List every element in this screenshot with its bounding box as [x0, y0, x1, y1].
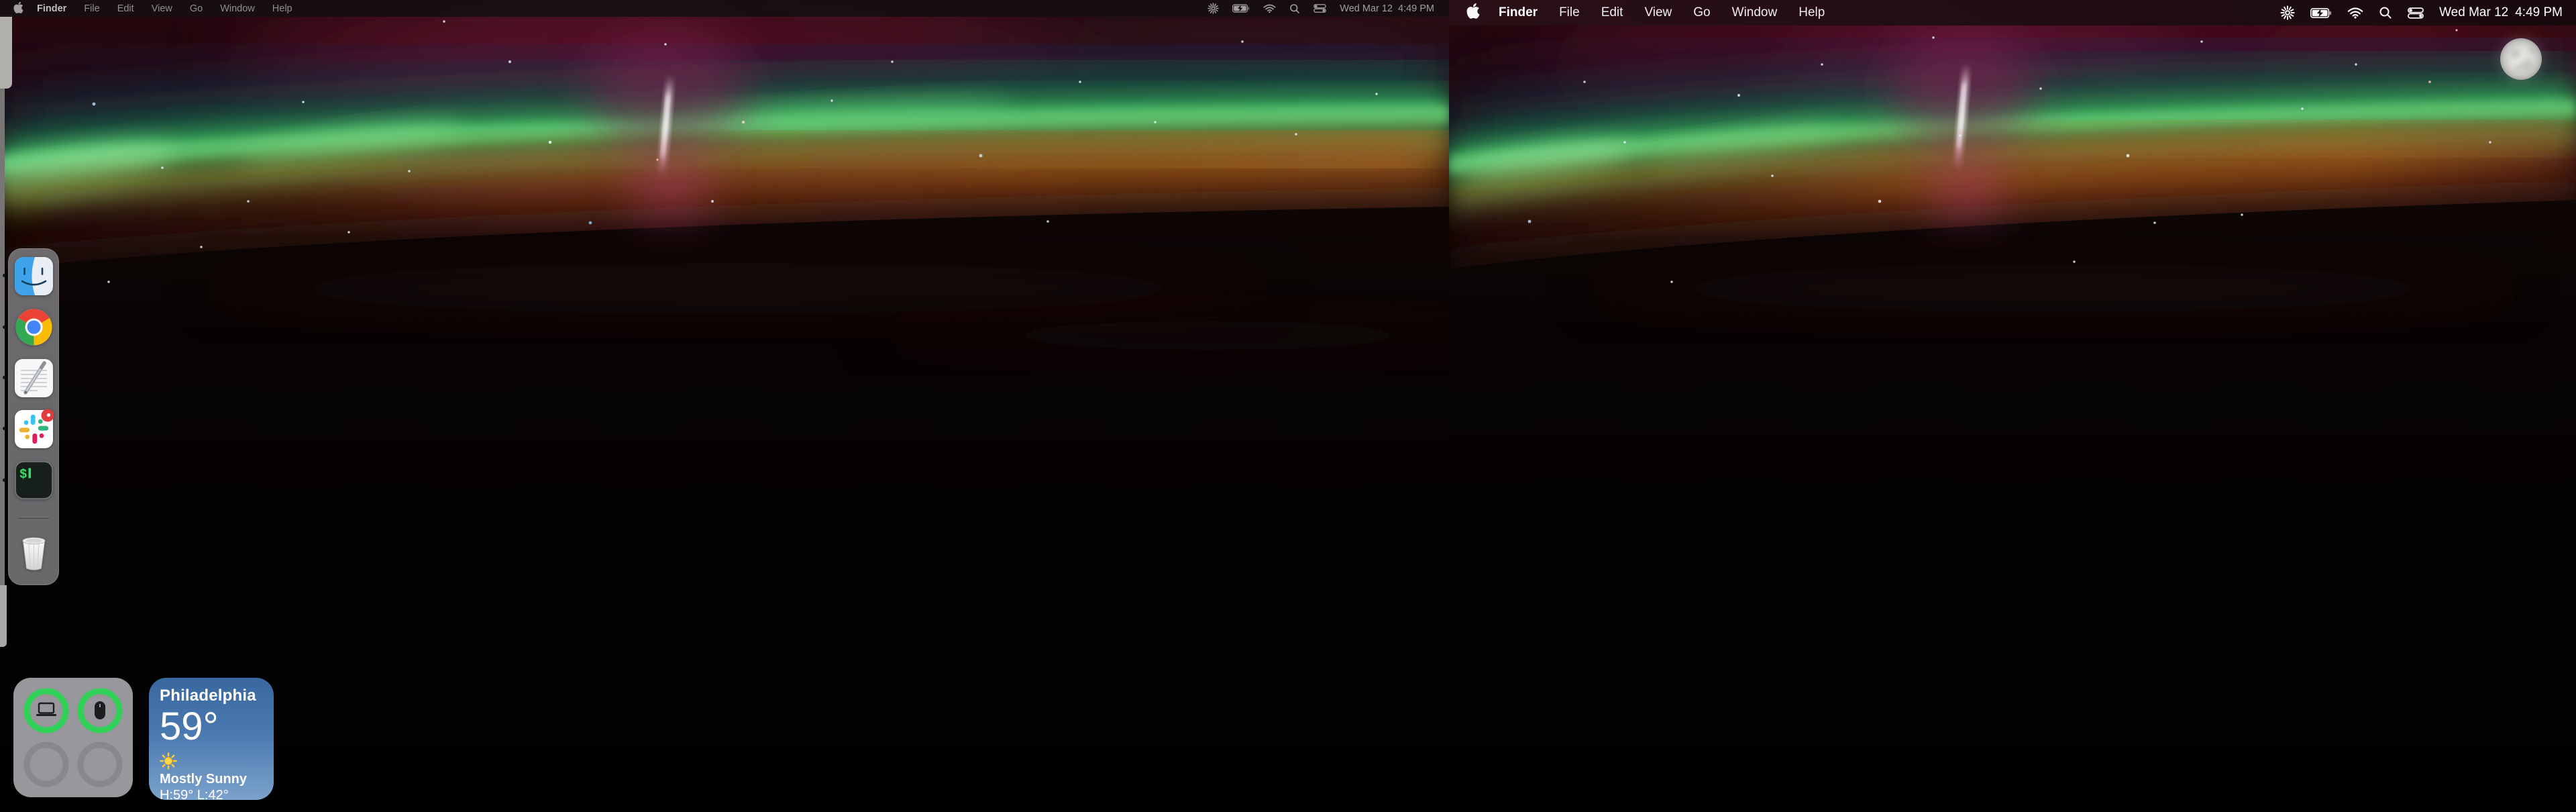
- running-indicator: [3, 478, 6, 482]
- spotlight-search-icon[interactable]: [1289, 3, 1300, 14]
- running-indicator: [3, 325, 6, 329]
- weather-city: Philadelphia: [160, 687, 263, 705]
- weather-temperature: 59°: [160, 707, 263, 746]
- menu-file[interactable]: File: [1559, 5, 1580, 20]
- dock-item-textedit[interactable]: [15, 359, 53, 397]
- menubar-date: Wed Mar 12: [2439, 5, 2508, 20]
- dock-item-trash[interactable]: [15, 532, 53, 575]
- active-app-menu[interactable]: Finder: [37, 3, 66, 14]
- svg-text:$: $: [19, 467, 27, 482]
- weather-condition: Mostly Sunny: [160, 772, 263, 787]
- battery-slot-empty: [76, 740, 124, 789]
- offscreen-window-edge-bottom[interactable]: [0, 585, 7, 647]
- menu-edit[interactable]: Edit: [117, 3, 134, 14]
- running-indicator: [3, 376, 6, 379]
- control-center-icon[interactable]: [1313, 4, 1326, 13]
- menu-view[interactable]: View: [152, 3, 172, 14]
- batteries-widget[interactable]: [13, 678, 133, 797]
- display-right: Finder File Edit View Go Window Help: [1449, 0, 2576, 812]
- moon: [2498, 36, 2544, 83]
- menu-file[interactable]: File: [84, 3, 99, 14]
- battery-slot-laptop: [22, 687, 70, 735]
- dock-item-finder[interactable]: [15, 257, 53, 295]
- menubar-clock[interactable]: Wed Mar 12 4:49 PM: [2439, 5, 2563, 20]
- weather-high-low: H:59° L:42°: [160, 788, 263, 803]
- gear-icon[interactable]: [1208, 3, 1219, 14]
- offscreen-window-edge-top[interactable]: [0, 15, 12, 89]
- offscreen-window-edge-mid[interactable]: [0, 89, 5, 585]
- gear-icon[interactable]: [2280, 5, 2295, 20]
- dock: $: [8, 248, 59, 585]
- dock-item-slack[interactable]: [15, 410, 53, 448]
- weather-widget[interactable]: Philadelphia 59° Mostly Sunny H:59° L:42…: [149, 678, 274, 800]
- menubar-clock[interactable]: Wed Mar 12 4:49 PM: [1340, 3, 1434, 14]
- laptop-icon: [36, 703, 56, 716]
- active-app-menu[interactable]: Finder: [1499, 5, 1538, 20]
- menubar-left-display: Finder File Edit View Go Window Help: [0, 0, 1449, 17]
- menu-window[interactable]: Window: [1732, 5, 1778, 20]
- menubar-right-display: Finder File Edit View Go Window Help: [1449, 0, 2576, 26]
- battery-slot-mouse: [76, 687, 124, 735]
- menu-view[interactable]: View: [1644, 5, 1672, 20]
- mouse-icon: [95, 701, 105, 719]
- control-center-icon[interactable]: [2408, 7, 2424, 19]
- aurora-wallpaper: [1449, 0, 2576, 812]
- apple-menu-icon[interactable]: [13, 1, 23, 16]
- menu-help[interactable]: Help: [272, 3, 292, 14]
- menu-window[interactable]: Window: [220, 3, 255, 14]
- battery-charging-icon[interactable]: [1232, 4, 1250, 13]
- menubar-time: 4:49 PM: [1398, 3, 1434, 14]
- dock-item-chrome[interactable]: [15, 308, 53, 346]
- menu-go[interactable]: Go: [190, 3, 203, 14]
- wifi-icon[interactable]: [2347, 7, 2363, 19]
- wifi-icon[interactable]: [1263, 3, 1276, 13]
- running-indicator: [3, 427, 6, 430]
- spotlight-search-icon[interactable]: [2379, 6, 2392, 19]
- menu-help[interactable]: Help: [1799, 5, 1825, 20]
- running-indicator: [3, 274, 6, 277]
- menubar-time: 4:49 PM: [2515, 5, 2563, 20]
- battery-charging-icon[interactable]: [2310, 8, 2332, 18]
- menu-edit[interactable]: Edit: [1601, 5, 1623, 20]
- dock-separator: [18, 518, 49, 519]
- apple-menu-icon[interactable]: [1466, 3, 1480, 23]
- dock-item-terminal[interactable]: $: [15, 461, 53, 499]
- menu-go[interactable]: Go: [1693, 5, 1710, 20]
- battery-slot-empty: [22, 740, 70, 789]
- sun-icon: [160, 752, 263, 770]
- display-left: Finder File Edit View Go Window Help: [0, 0, 1449, 812]
- slack-notification-badge: [42, 409, 54, 422]
- menubar-date: Wed Mar 12: [1340, 3, 1393, 14]
